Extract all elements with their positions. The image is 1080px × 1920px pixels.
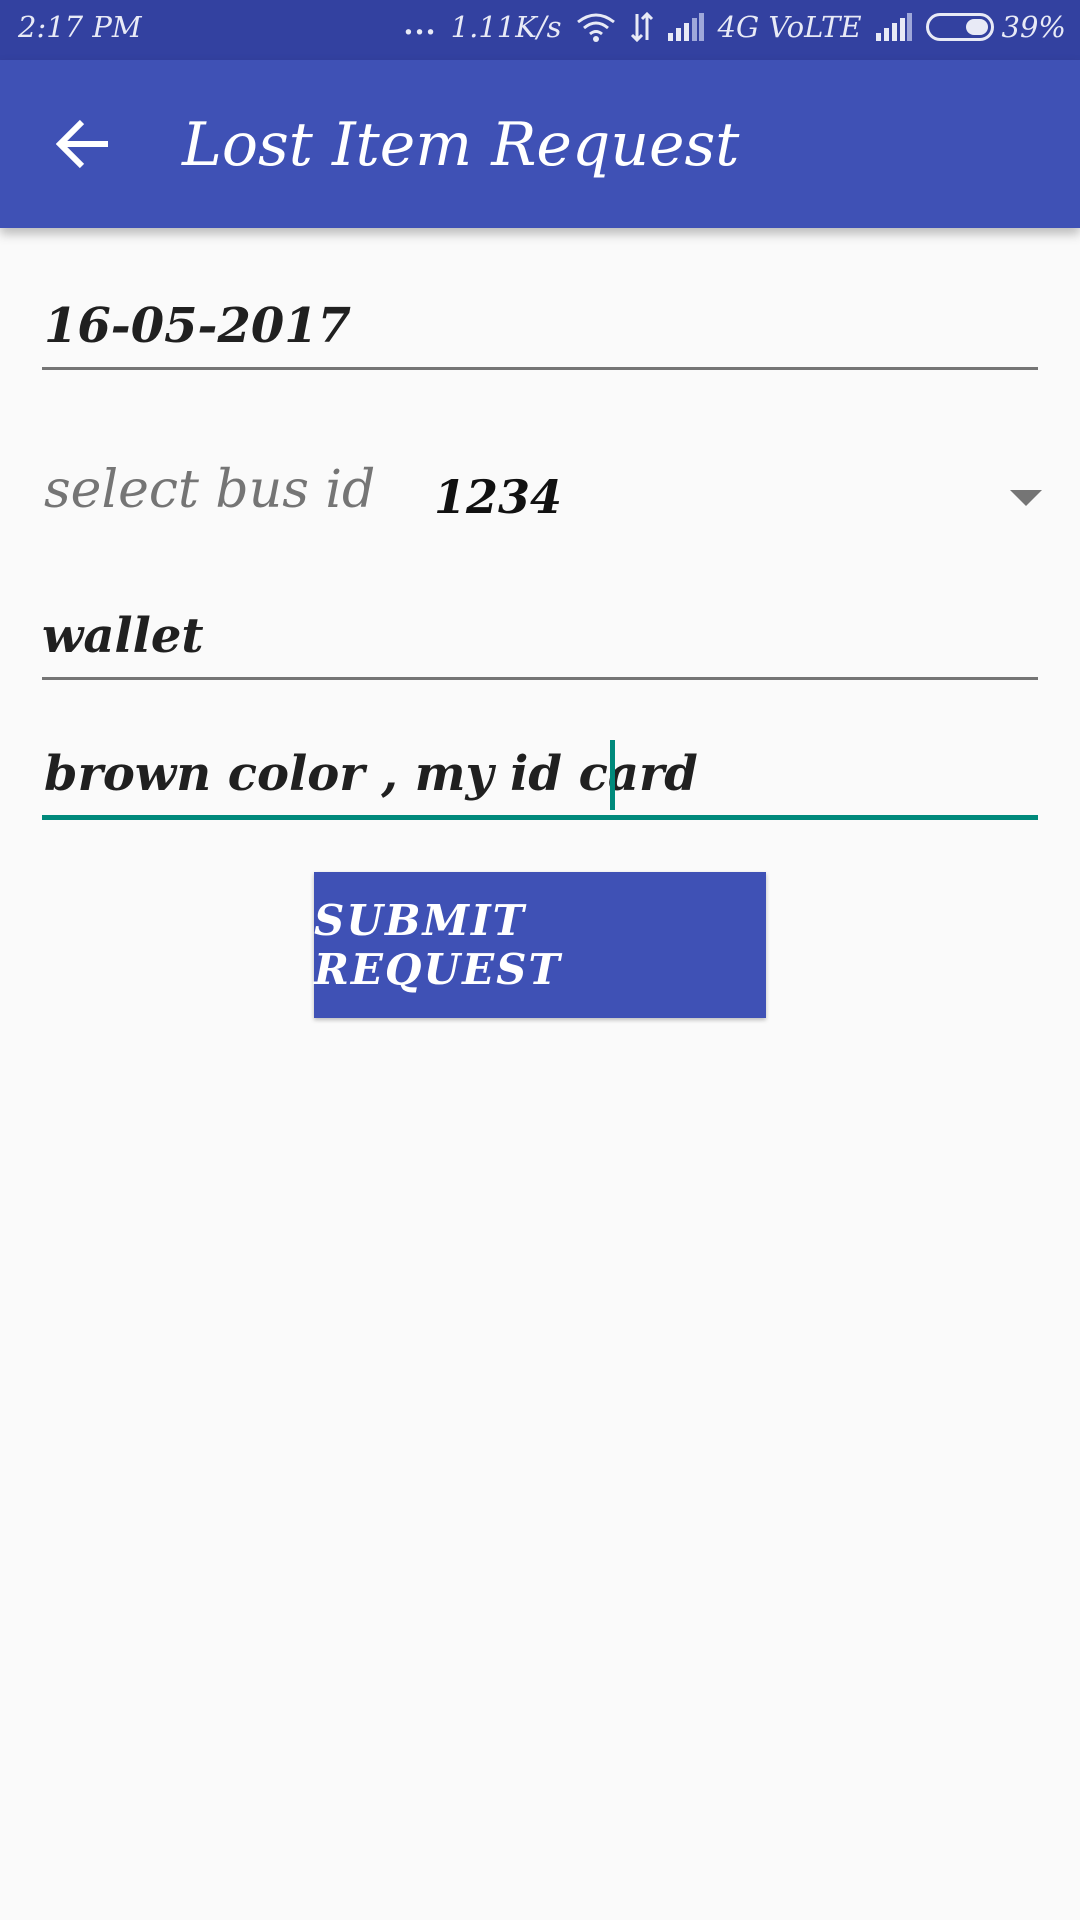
item-name-field[interactable]: wallet xyxy=(42,600,1038,680)
notification-dots: ... xyxy=(403,7,437,41)
dropdown-arrow-icon[interactable] xyxy=(1010,490,1042,506)
text-cursor xyxy=(610,740,615,810)
battery-percent: 39% xyxy=(1001,10,1066,44)
network-type: 4G VoLTE xyxy=(717,10,862,44)
date-value: 16-05-2017 xyxy=(44,298,352,354)
battery-level xyxy=(965,19,988,35)
page-title: Lost Item Request xyxy=(182,110,740,180)
status-time: 2:17 PM xyxy=(18,10,142,44)
bus-id-spinner[interactable]: select bus id 1234 xyxy=(42,460,1042,530)
signal-icon xyxy=(667,13,704,41)
bus-id-label: select bus id xyxy=(44,460,376,520)
item-name-value: wallet xyxy=(42,608,204,664)
battery-icon xyxy=(925,13,994,41)
app-bar: Lost Item Request xyxy=(0,60,1080,228)
description-value: brown color , my id card xyxy=(44,746,698,802)
signal-icon-2 xyxy=(875,13,912,41)
status-indicators: ... 1.11K/s 4G VoLTE 39% xyxy=(403,7,1066,44)
status-bar: 2:17 PM ... 1.11K/s 4G VoLTE 39% xyxy=(0,0,1080,60)
network-speed: 1.11K/s xyxy=(450,10,562,44)
battery-indicator: 39% xyxy=(925,10,1066,44)
data-transfer-icon xyxy=(630,12,654,42)
description-field[interactable]: brown color , my id card xyxy=(42,740,1038,820)
submit-request-button[interactable]: SUBMIT REQUEST xyxy=(314,872,766,1018)
wifi-icon xyxy=(576,12,616,42)
bus-id-selected: 1234 xyxy=(434,470,563,524)
arrow-back-icon[interactable] xyxy=(55,118,112,170)
date-field[interactable]: 16-05-2017 xyxy=(42,290,1038,370)
